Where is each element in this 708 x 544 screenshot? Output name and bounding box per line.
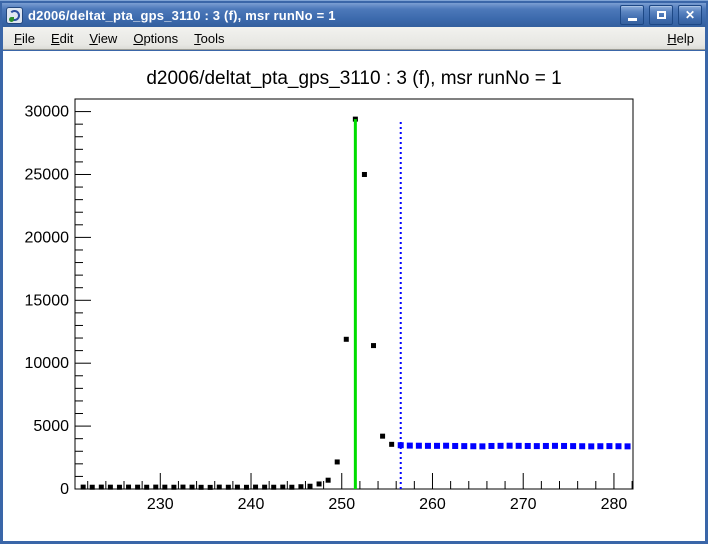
y-tick-label: 0 — [60, 481, 69, 498]
histogram-counts-marker — [235, 485, 240, 490]
background-level-marker — [606, 443, 612, 449]
background-level-marker — [525, 443, 531, 449]
background-level-marker — [434, 443, 440, 449]
background-level-marker — [488, 443, 494, 449]
root-leaf-icon — [9, 17, 14, 22]
y-tick-label: 30000 — [25, 104, 70, 121]
x-tick-label: 270 — [510, 496, 537, 513]
background-level-marker — [543, 443, 549, 449]
x-tick-label: 230 — [147, 496, 174, 513]
histogram-counts-marker — [99, 485, 104, 490]
maximize-button[interactable] — [649, 5, 673, 25]
background-level-marker — [561, 443, 567, 449]
x-tick-label: 260 — [419, 496, 446, 513]
y-tick-label: 20000 — [25, 229, 70, 246]
background-level-marker — [597, 443, 603, 449]
histogram-counts-marker — [289, 485, 294, 490]
root-app-icon — [6, 7, 23, 24]
histogram-counts-marker — [298, 484, 303, 489]
histogram-counts-marker — [208, 485, 213, 490]
histogram-counts-marker — [362, 172, 367, 177]
menu-file[interactable]: File — [6, 28, 43, 49]
histogram-counts-marker — [217, 485, 222, 490]
histogram-counts-marker — [389, 442, 394, 447]
background-level-marker — [625, 443, 631, 449]
plot-area[interactable]: d2006/deltat_pta_gps_3110 : 3 (f), msr r… — [3, 51, 705, 542]
window-title: d2006/deltat_pta_gps_3110 : 3 (f), msr r… — [28, 8, 615, 23]
y-tick-label: 15000 — [25, 292, 70, 309]
background-level-marker — [425, 443, 431, 449]
background-level-marker — [615, 443, 621, 449]
background-level-marker — [570, 443, 576, 449]
close-icon: ✕ — [685, 9, 695, 21]
histogram-counts-marker — [271, 485, 276, 490]
histogram-counts-marker — [317, 481, 322, 486]
histogram-counts-marker — [344, 337, 349, 342]
histogram-counts-marker — [190, 485, 195, 490]
background-level-marker — [498, 443, 504, 449]
histogram-counts-marker — [135, 485, 140, 490]
histogram-counts-marker — [117, 485, 122, 490]
histogram-counts-marker — [199, 485, 204, 490]
histogram-counts-marker — [262, 485, 267, 490]
menu-view[interactable]: View — [81, 28, 125, 49]
maximize-icon — [657, 11, 666, 19]
musrview-window: d2006/deltat_pta_gps_3110 : 3 (f), msr r… — [0, 0, 708, 544]
menu-help[interactable]: Help — [659, 28, 702, 49]
minimize-icon — [628, 18, 637, 21]
menu-options[interactable]: Options — [125, 28, 186, 49]
histogram-counts-marker — [335, 459, 340, 464]
x-tick-label: 280 — [601, 496, 628, 513]
background-level-marker — [579, 443, 585, 449]
background-level-marker — [479, 443, 485, 449]
histogram-counts-marker — [171, 485, 176, 490]
background-level-marker — [534, 443, 540, 449]
histogram-counts-marker — [153, 485, 158, 490]
menu-tools[interactable]: Tools — [186, 28, 232, 49]
background-level-marker — [452, 443, 458, 449]
titlebar[interactable]: d2006/deltat_pta_gps_3110 : 3 (f), msr r… — [2, 3, 706, 27]
histogram-counts-marker — [162, 485, 167, 490]
x-tick-label: 240 — [238, 496, 265, 513]
histogram-counts-marker — [244, 485, 249, 490]
x-tick-label: 250 — [328, 496, 355, 513]
histogram-counts-marker — [144, 485, 149, 490]
histogram-counts-marker — [226, 485, 231, 490]
histogram-counts-marker — [126, 485, 131, 490]
histogram-counts-marker — [253, 485, 258, 490]
plot-title: d2006/deltat_pta_gps_3110 : 3 (f), msr r… — [146, 68, 561, 89]
histogram-counts-marker — [380, 434, 385, 439]
close-button[interactable]: ✕ — [678, 5, 702, 25]
histogram-counts-marker — [307, 484, 312, 489]
background-level-marker — [552, 443, 558, 449]
histogram-counts-marker — [81, 485, 86, 490]
background-level-marker — [416, 443, 422, 449]
y-tick-label: 25000 — [25, 166, 70, 183]
histogram-counts-marker — [371, 343, 376, 348]
y-tick-label: 10000 — [25, 355, 70, 372]
background-level-marker — [470, 443, 476, 449]
background-level-marker — [461, 443, 467, 449]
histogram-counts-marker — [326, 478, 331, 483]
minimize-button[interactable] — [620, 5, 644, 25]
y-tick-label: 5000 — [33, 418, 69, 435]
root-canvas[interactable]: d2006/deltat_pta_gps_3110 : 3 (f), msr r… — [3, 51, 705, 541]
histogram-counts-marker — [180, 485, 185, 490]
background-level-marker — [588, 443, 594, 449]
histogram-counts-marker — [90, 485, 95, 490]
histogram-counts-marker — [108, 485, 113, 490]
background-level-marker — [443, 443, 449, 449]
menubar: FileEditViewOptionsTools Help — [3, 27, 705, 50]
background-level-marker — [516, 443, 522, 449]
background-level-marker — [407, 443, 413, 449]
background-level-marker — [507, 443, 513, 449]
histogram-counts-marker — [280, 485, 285, 490]
menu-edit[interactable]: Edit — [43, 28, 81, 49]
